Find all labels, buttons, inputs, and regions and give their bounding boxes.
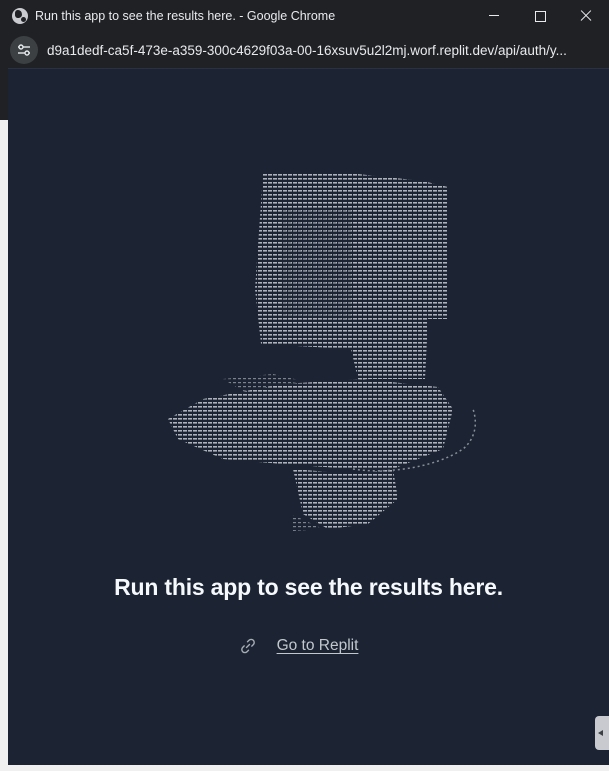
- url-text[interactable]: d9a1dedf-ca5f-473e-a359-300c4629f03a-00-…: [47, 43, 592, 58]
- minimize-icon[interactable]: [471, 0, 517, 32]
- title-bar[interactable]: Run this app to see the results here. - …: [0, 0, 609, 32]
- address-bar[interactable]: d9a1dedf-ca5f-473e-a359-300c4629f03a-00-…: [0, 32, 609, 68]
- window-title: Run this app to see the results here. - …: [35, 9, 336, 23]
- ascii-art-chair-illustration: [168, 174, 476, 531]
- window-controls: [471, 0, 609, 32]
- go-to-replit-link-row[interactable]: Go to Replit: [8, 637, 609, 655]
- page-headline: Run this app to see the results here.: [114, 574, 503, 600]
- close-icon[interactable]: [563, 0, 609, 32]
- side-panel-toggle[interactable]: [595, 716, 609, 750]
- chrome-globe-icon: [12, 8, 28, 24]
- go-to-replit-link[interactable]: Go to Replit: [277, 637, 359, 655]
- left-edge: [0, 120, 8, 771]
- maximize-icon[interactable]: [517, 0, 563, 32]
- page-content: Run this app to see the results here. Go…: [8, 68, 609, 766]
- link-icon: [239, 637, 257, 655]
- browser-window: Run this app to see the results here. - …: [0, 0, 609, 771]
- tune-icon[interactable]: [10, 36, 38, 64]
- bottom-edge: [0, 765, 609, 771]
